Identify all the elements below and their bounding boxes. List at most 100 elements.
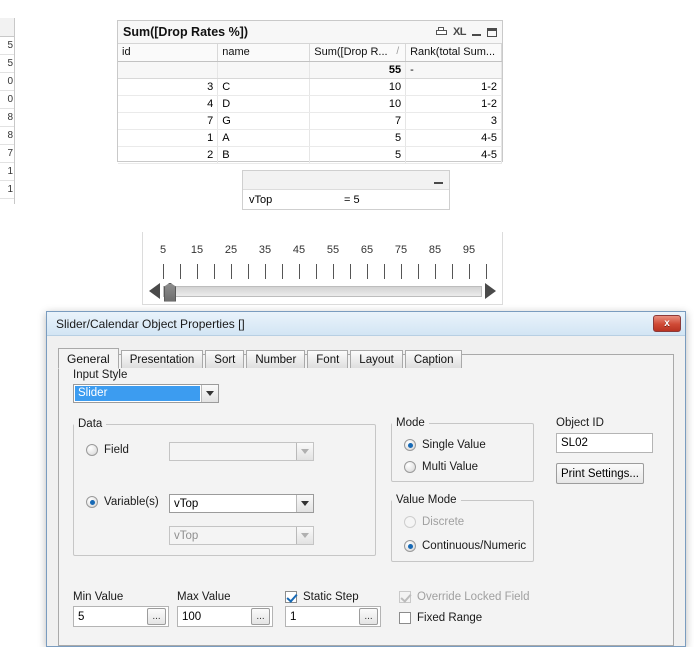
tab-caption[interactable]: Caption (404, 350, 463, 368)
table-row[interactable]: 4 D 10 1-2 (118, 95, 502, 113)
input-style-select[interactable]: Slider (73, 384, 219, 403)
table-row[interactable]: 1 A 5 4-5 (118, 129, 502, 147)
value-mode-group-legend: Value Mode (396, 494, 457, 506)
cell-name[interactable]: A (217, 129, 311, 147)
static-step-ellipsis-button[interactable]: ... (359, 608, 378, 625)
table-row[interactable]: 7 G 7 3 (118, 112, 502, 130)
slider-scale-label: 35 (258, 244, 272, 256)
tab-presentation[interactable]: Presentation (120, 350, 204, 368)
arrow-right-icon[interactable] (485, 283, 496, 299)
field-radio-row[interactable]: Field (86, 444, 129, 456)
cell-sum[interactable]: 5 (309, 129, 407, 147)
cell-name[interactable]: D (217, 95, 311, 113)
column-header-id[interactable]: id (118, 44, 219, 62)
cell-rank[interactable]: 4-5 (405, 129, 502, 147)
multi-value-radio[interactable] (404, 461, 416, 473)
static-step-checkbox-row[interactable]: Static Step (285, 591, 381, 603)
multi-value-radio-row[interactable]: Multi Value (404, 461, 478, 473)
slider-scale-label: 75 (394, 244, 408, 256)
cell-sum[interactable]: 7 (309, 112, 407, 130)
single-value-radio[interactable] (404, 439, 416, 451)
tab-number[interactable]: Number (246, 350, 306, 368)
cell-name[interactable]: G (217, 112, 311, 130)
slider-properties-dialog[interactable]: Slider/Calendar Object Properties [] x G… (46, 311, 686, 647)
max-value-input[interactable]: 100 ... (177, 606, 273, 627)
minimize-icon[interactable] (434, 176, 443, 185)
slider-thumb[interactable] (164, 282, 176, 302)
cell-id[interactable]: 7 (118, 112, 219, 130)
cell-sum[interactable]: 10 (309, 95, 407, 113)
cell-id[interactable]: 4 (118, 95, 219, 113)
input-style-group: Input Style Slider (73, 369, 219, 403)
variables-radio[interactable] (86, 496, 98, 508)
input-box-row[interactable]: vTop = 5 (243, 190, 449, 209)
cell-sum[interactable]: 10 (309, 78, 407, 96)
cell-id[interactable]: 1 (118, 129, 219, 147)
arrow-left-icon[interactable] (149, 283, 160, 299)
slider-object[interactable]: 5 15 25 35 45 55 65 75 85 95 (142, 232, 503, 305)
input-box-titlebar (243, 171, 449, 190)
minimize-icon[interactable] (472, 28, 481, 37)
tab-layout[interactable]: Layout (350, 350, 403, 368)
cell-rank[interactable]: 3 (405, 112, 502, 130)
cell-rank[interactable]: 1-2 (405, 95, 502, 113)
chevron-down-icon[interactable] (296, 495, 313, 512)
variable-value: vTop (174, 497, 199, 510)
min-value-text[interactable]: 5 (74, 611, 147, 623)
continuous-numeric-radio-row[interactable]: Continuous/Numeric (404, 540, 526, 552)
print-icon[interactable] (435, 27, 447, 37)
slider-tick (163, 264, 164, 279)
cell-name[interactable]: B (217, 146, 311, 164)
cell-rank[interactable]: 1-2 (405, 78, 502, 96)
field-radio[interactable] (86, 444, 98, 456)
max-value-text[interactable]: 100 (178, 611, 251, 623)
variable-value-field[interactable]: = 5 (344, 194, 360, 206)
input-box-object[interactable]: vTop = 5 (242, 170, 450, 210)
slider-control[interactable] (143, 282, 502, 302)
static-step-input[interactable]: 1 ... (285, 606, 381, 627)
maximize-icon[interactable] (487, 27, 497, 37)
tab-bar[interactable]: General Presentation Sort Number Font La… (58, 346, 685, 369)
slider-scale-label: 85 (428, 244, 442, 256)
chevron-down-icon[interactable] (201, 385, 218, 402)
variable-select[interactable]: vTop (169, 494, 314, 513)
fixed-range-checkbox[interactable] (399, 612, 411, 624)
min-value-ellipsis-button[interactable]: ... (147, 608, 166, 625)
static-step-value[interactable]: 1 (286, 611, 359, 623)
table-row[interactable]: 3 C 10 1-2 (118, 78, 502, 96)
min-value-group: Min Value 5 ... (73, 591, 169, 627)
cell-name[interactable]: C (217, 78, 311, 96)
slider-track[interactable] (163, 282, 482, 302)
cell-id[interactable]: 3 (118, 78, 219, 96)
dialog-titlebar[interactable]: Slider/Calendar Object Properties [] x (47, 312, 685, 336)
static-step-checkbox[interactable] (285, 591, 297, 603)
tab-font[interactable]: Font (307, 350, 349, 368)
slider-scale-label: 95 (462, 244, 476, 256)
cell-rank[interactable]: 4-5 (405, 146, 502, 164)
straight-table-object[interactable]: Sum([Drop Rates %]) XL id name Sum([Drop… (117, 20, 503, 164)
close-icon[interactable]: x (653, 315, 681, 332)
cell-sum[interactable]: 5 (309, 146, 407, 164)
max-value-ellipsis-button[interactable]: ... (251, 608, 270, 625)
column-header-name[interactable]: name (217, 44, 311, 62)
override-locked-field-label: Override Locked Field (417, 591, 530, 603)
tab-general[interactable]: General (58, 348, 119, 369)
min-value-input[interactable]: 5 ... (73, 606, 169, 627)
single-value-radio-row[interactable]: Single Value (404, 439, 486, 451)
tab-sort[interactable]: Sort (205, 350, 245, 368)
input-style-value: Slider (75, 386, 200, 401)
table-row[interactable]: 2 B 5 4-5 (118, 146, 502, 164)
slider-scale-label: 25 (224, 244, 238, 256)
column-header-rank[interactable]: Rank(total Sum... (405, 44, 502, 62)
variables-radio-row[interactable]: Variable(s) (86, 496, 159, 508)
table-caption-icons: XL (435, 26, 497, 38)
column-header-sum[interactable]: Sum([Drop R... / (309, 44, 407, 62)
excel-export-icon[interactable]: XL (453, 26, 467, 38)
continuous-numeric-radio[interactable] (404, 540, 416, 552)
cell-id[interactable]: 2 (118, 146, 219, 164)
print-settings-button[interactable]: Print Settings... (556, 463, 644, 484)
dialog-title: Slider/Calendar Object Properties [] (56, 316, 245, 331)
fixed-range-row[interactable]: Fixed Range (399, 612, 482, 624)
clipped-table-object[interactable]: 5 5 0 0 8 8 7 1 1 (0, 18, 15, 204)
object-id-input[interactable]: SL02 (556, 433, 653, 453)
